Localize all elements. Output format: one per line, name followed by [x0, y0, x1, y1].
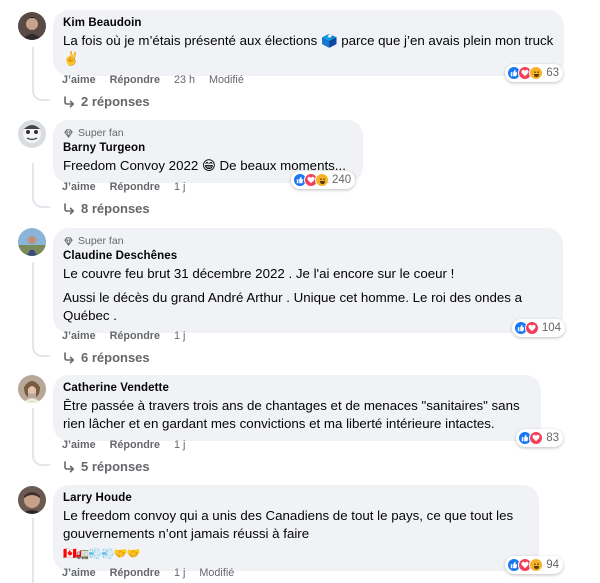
comment-author[interactable]: Kim Beaudoin — [63, 17, 554, 29]
comment-text: Le freedom convoy qui a unis des Canadie… — [63, 508, 514, 541]
haha-reaction-icon — [529, 558, 544, 572]
thread-connector — [32, 91, 50, 101]
reply-arrow-icon — [64, 202, 74, 214]
thread-connector — [32, 456, 50, 466]
reaction-summary[interactable]: 104 — [511, 319, 565, 337]
thread-connector — [32, 198, 50, 208]
comment-actions: J’aime Répondre 1 j Modifié — [62, 567, 234, 579]
avatar[interactable] — [18, 375, 46, 403]
haha-reaction-icon — [529, 66, 544, 80]
comment-time[interactable]: 1 j — [174, 330, 185, 342]
comment-time[interactable]: 1 j — [174, 439, 185, 451]
comment-emoji-line: 🇨🇦🚛💨💨🤝🤝 — [63, 548, 140, 560]
reaction-count: 240 — [332, 174, 352, 186]
reply-arrow-icon — [64, 460, 74, 472]
view-replies-button[interactable]: 5 réponses — [62, 459, 150, 474]
comment-time[interactable]: 1 j — [174, 181, 185, 193]
comment-bubble: Catherine Vendette Être passée à travers… — [53, 375, 541, 441]
thread-line — [32, 518, 34, 583]
reaction-summary[interactable]: 63 — [505, 64, 563, 82]
comment-author[interactable]: Larry Houde — [63, 492, 529, 504]
avatar[interactable] — [18, 486, 46, 514]
thread-line — [32, 262, 34, 349]
super-fan-badge: Super fan — [63, 127, 353, 139]
like-button[interactable]: J’aime — [62, 181, 96, 193]
comment-actions: J’aime Répondre 23 h Modifié — [62, 74, 244, 86]
replies-count: 5 réponses — [81, 459, 150, 474]
comment-bubble: Larry Houde Le freedom convoy qui a unis… — [53, 485, 539, 571]
reaction-count: 63 — [546, 67, 559, 79]
avatar[interactable] — [18, 228, 46, 256]
reaction-count: 83 — [546, 432, 559, 444]
thread-line — [32, 47, 34, 93]
comment-time[interactable]: 23 h — [174, 74, 195, 86]
reaction-count: 94 — [546, 559, 559, 571]
diamond-icon — [64, 236, 73, 246]
comment-time[interactable]: 1 j — [174, 567, 185, 579]
replies-count: 6 réponses — [81, 350, 150, 365]
reaction-summary[interactable]: 94 — [505, 556, 563, 574]
reply-arrow-icon — [64, 95, 74, 107]
haha-reaction-icon — [315, 173, 329, 187]
love-reaction-icon — [524, 321, 539, 335]
view-replies-button[interactable]: 2 réponses — [62, 94, 150, 109]
reaction-summary[interactable]: 83 — [516, 429, 563, 447]
reply-button[interactable]: Répondre — [110, 330, 160, 342]
edited-label: Modifié — [199, 567, 235, 579]
thread-connector — [32, 347, 50, 357]
reply-button[interactable]: Répondre — [110, 74, 160, 86]
reply-arrow-icon — [64, 351, 74, 363]
diamond-icon — [64, 128, 73, 138]
replies-count: 8 réponses — [81, 201, 150, 216]
like-button[interactable]: J’aime — [62, 330, 96, 342]
reply-button[interactable]: Répondre — [110, 439, 160, 451]
reply-button[interactable]: Répondre — [110, 181, 160, 193]
reply-button[interactable]: Répondre — [110, 567, 160, 579]
comment-bubble: Super fan Claudine Deschênes Le couvre f… — [53, 228, 563, 333]
view-replies-button[interactable]: 8 réponses — [62, 201, 150, 216]
reaction-summary[interactable]: 240 — [291, 171, 356, 189]
love-reaction-icon — [529, 431, 544, 445]
comment-author[interactable]: Claudine Deschênes — [63, 250, 553, 262]
comment-text: Le couvre feu brut 31 décembre 2022 . Je… — [63, 266, 455, 281]
comment-author[interactable]: Barny Turgeon — [63, 142, 353, 154]
comment-text: Être passée à travers trois ans de chant… — [63, 398, 520, 431]
view-replies-button[interactable]: 6 réponses — [62, 350, 150, 365]
comment-text-paragraph: Aussi le décès du grand André Arthur . U… — [63, 290, 523, 323]
thread-line — [32, 163, 34, 200]
badge-label: Super fan — [78, 235, 124, 247]
comment-actions: J’aime Répondre 1 j — [62, 439, 199, 451]
like-button[interactable]: J’aime — [62, 439, 96, 451]
comment-text: La fois où je m’étais présenté aux élect… — [63, 33, 554, 66]
comment-actions: J’aime Répondre 1 j — [62, 330, 199, 342]
comment-author[interactable]: Catherine Vendette — [63, 382, 531, 394]
edited-label: Modifié — [209, 74, 244, 86]
badge-label: Super fan — [78, 127, 124, 139]
avatar[interactable] — [18, 120, 46, 148]
reaction-count: 104 — [541, 322, 561, 334]
super-fan-badge: Super fan — [63, 235, 553, 247]
avatar[interactable] — [18, 12, 46, 40]
thread-line — [32, 408, 34, 458]
replies-count: 2 réponses — [81, 94, 150, 109]
like-button[interactable]: J’aime — [62, 74, 96, 86]
like-button[interactable]: J’aime — [62, 567, 96, 579]
comment-actions: J’aime Répondre 1 j — [62, 181, 199, 193]
comment-bubble: Kim Beaudoin La fois où je m’étais prése… — [53, 10, 564, 76]
